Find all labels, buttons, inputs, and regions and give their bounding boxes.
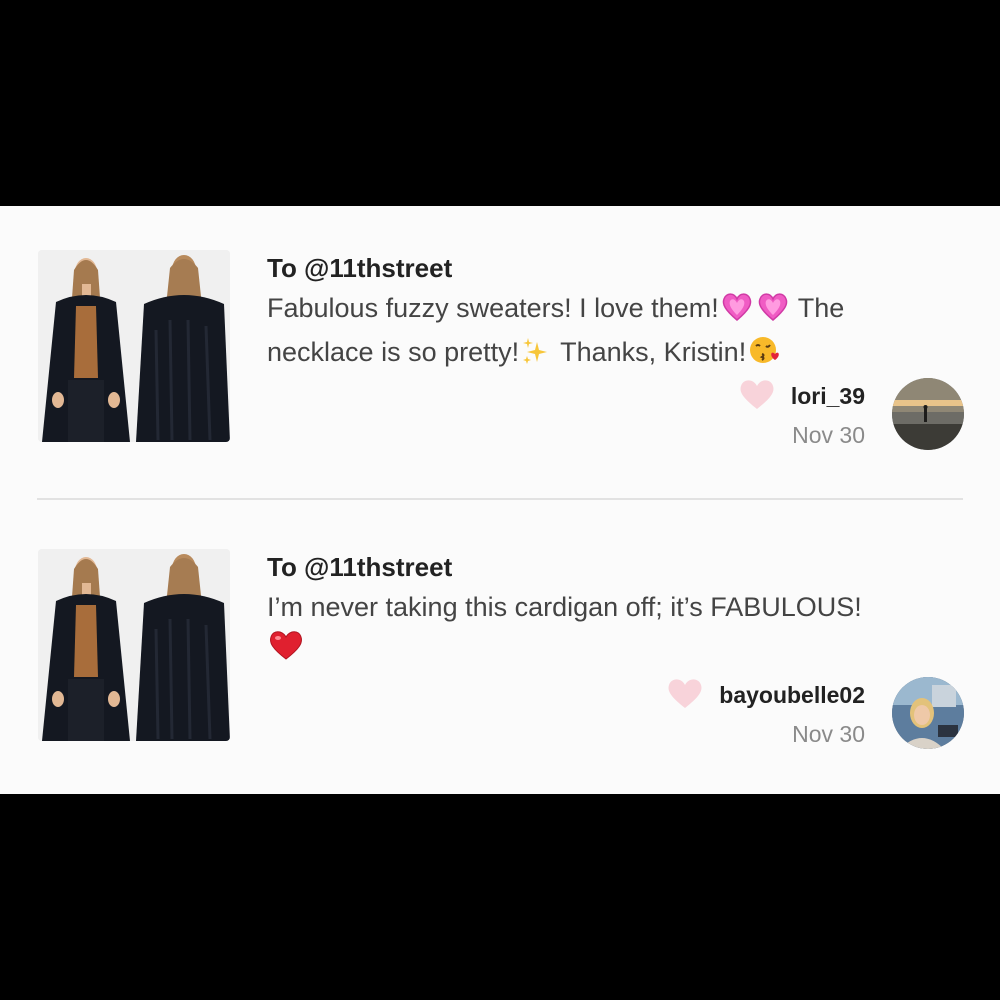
reviewer-username[interactable]: lori_39 xyxy=(791,383,865,410)
reviewer-avatar[interactable] xyxy=(892,677,964,749)
sparkles-icon xyxy=(521,336,551,377)
review-recipient: To @11thstreet xyxy=(267,253,453,283)
kissing-face-icon xyxy=(748,334,780,377)
reviewer-avatar[interactable] xyxy=(892,378,964,450)
comment-text: necklace is so pretty! xyxy=(267,337,520,367)
reviews-card: To @11thstreet Fabulous fuzzy sweaters! … xyxy=(0,206,1000,794)
like-heart-icon[interactable] xyxy=(667,677,703,714)
product-image[interactable] xyxy=(38,549,230,741)
sparkling-heart-icon xyxy=(757,292,789,333)
review-comment: Fabulous fuzzy sweaters! I love them! Th… xyxy=(267,289,947,377)
product-image[interactable] xyxy=(38,250,230,442)
review-item: To @11thstreet Fabulous fuzzy sweaters! … xyxy=(0,206,1000,500)
reviewer-username[interactable]: bayoubelle02 xyxy=(719,682,865,709)
comment-text: I’m never taking this cardigan off; it’s… xyxy=(267,592,862,622)
comment-text: Fabulous fuzzy sweaters! I love them! xyxy=(267,293,719,323)
review-recipient: To @11thstreet xyxy=(267,552,453,582)
review-item: To @11thstreet I’m never taking this car… xyxy=(0,505,1000,795)
review-date: Nov 30 xyxy=(792,721,865,747)
like-heart-icon[interactable] xyxy=(739,378,775,415)
sparkling-heart-icon xyxy=(721,292,753,333)
review-meta: bayoubelle02 Nov 30 xyxy=(667,675,865,748)
comment-text: Thanks, Kristin! xyxy=(560,337,747,367)
red-heart-icon xyxy=(269,630,303,671)
review-date: Nov 30 xyxy=(792,422,865,448)
review-divider xyxy=(37,498,963,500)
comment-text: The xyxy=(797,293,845,323)
review-comment: I’m never taking this cardigan off; it’s… xyxy=(267,588,947,671)
review-meta: lori_39 Nov 30 xyxy=(739,376,865,449)
